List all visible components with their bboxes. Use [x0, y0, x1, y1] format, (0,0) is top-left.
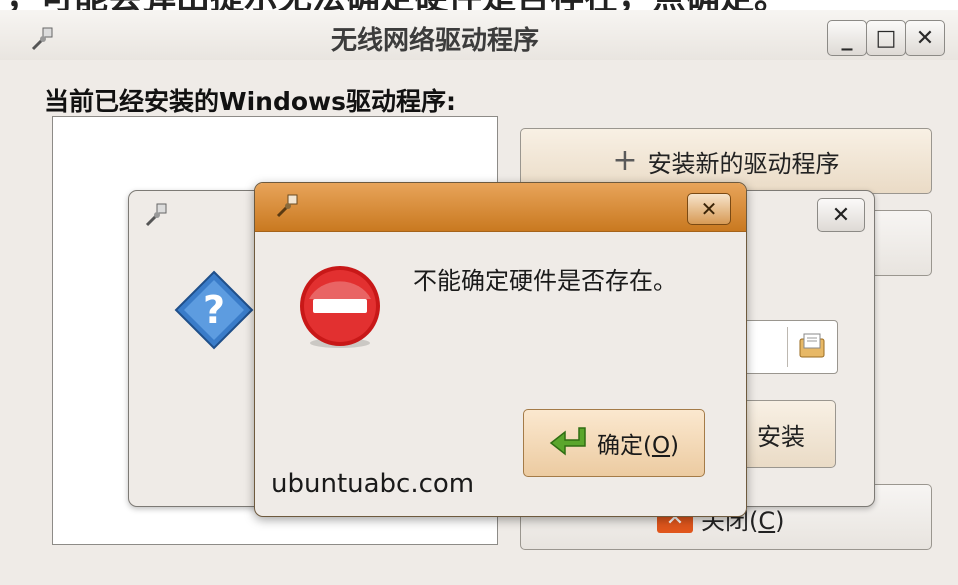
install-label: 安装	[757, 422, 805, 451]
plus-icon: +	[612, 143, 638, 178]
driver-file-field[interactable]	[740, 320, 838, 374]
minimize-button[interactable]: _	[827, 20, 867, 56]
installed-drivers-heading: 当前已经安装的Windows驱动程序:	[44, 87, 456, 116]
network-tool-icon	[145, 203, 167, 227]
document-open-icon[interactable]	[797, 331, 827, 361]
green-return-arrow-icon	[549, 427, 586, 456]
svg-text:?: ?	[203, 288, 225, 332]
question-diamond-icon: ?	[174, 270, 254, 350]
question-dialog-close-button[interactable]: ✕	[817, 198, 865, 232]
close-window-button[interactable]: ✕	[905, 20, 945, 56]
ok-button[interactable]: 确定(O)	[523, 409, 705, 477]
install-new-driver-label: 安装新的驱动程序	[647, 149, 840, 178]
network-tool-icon	[276, 194, 298, 218]
error-dialog-titlebar: ✕	[255, 183, 746, 232]
close-icon: ✕	[915, 25, 935, 51]
ok-label: 确定(O)	[596, 433, 680, 459]
maximize-icon: □	[875, 25, 897, 51]
main-titlebar: 无线网络驱动程序 _ □ ✕	[0, 10, 958, 60]
watermark-text: ubuntuabc.com	[271, 469, 475, 499]
error-dialog-close-button[interactable]: ✕	[687, 193, 731, 225]
error-dialog: ✕ 不能确定硬件是否存在。 确定(O) ubuntuabc.com	[254, 182, 747, 517]
field-separator	[787, 327, 788, 367]
close-icon: ✕	[831, 202, 851, 228]
stop-error-icon	[300, 266, 380, 348]
window-title: 无线网络驱动程序	[330, 26, 539, 56]
minimize-icon: _	[841, 25, 853, 51]
error-message: 不能确定硬件是否存在。	[413, 267, 677, 295]
maximize-button[interactable]: □	[866, 20, 906, 56]
close-icon: ✕	[700, 197, 718, 221]
